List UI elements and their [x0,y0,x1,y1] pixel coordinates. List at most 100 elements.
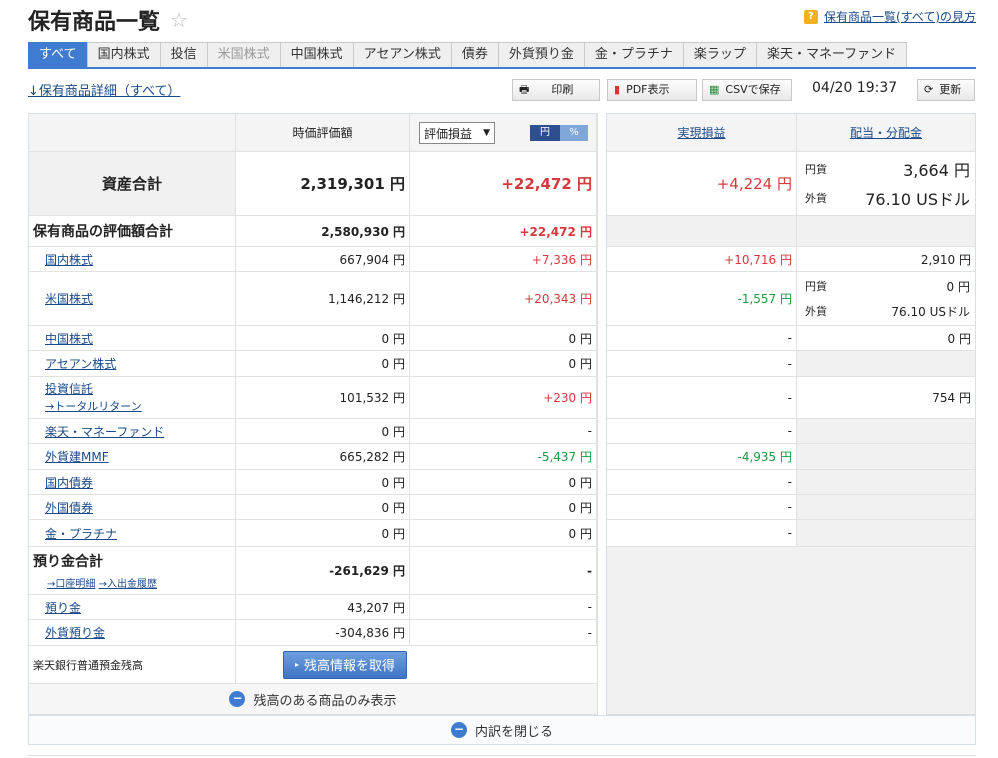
gain-header: 評価損益 ▼ 円 % [410,114,597,152]
deposit-total-gain: - [410,547,597,595]
tab-china-stock[interactable]: 中国株式 [279,42,354,68]
product-link[interactable]: 投資信託 [45,381,142,398]
product-row-realized: -4,935 円 [607,444,797,470]
deposit-total-value: -261,629 円 [236,547,410,595]
product-row-gain: 0 円 [410,351,597,377]
dividend-link[interactable]: 配当・分配金 [850,124,922,141]
product-link[interactable]: 国内株式 [45,251,93,268]
deposit-row-gain: - [410,595,597,620]
product-link[interactable]: 金・プラチナ [45,525,117,542]
product-link[interactable]: アセアン株式 [45,355,116,372]
close-breakdown-label: 内訳を閉じる [474,724,553,740]
product-row-value: 101,532 円 [236,377,410,419]
deposit-total-label: 預り金合計 [33,554,103,570]
product-row-gain: 0 円 [410,326,597,351]
product-row-dividend [797,495,975,520]
get-balance-label: 残高情報を取得 [304,659,396,674]
product-link[interactable]: 外国債券 [45,499,93,516]
total-dividend: 円貨 3,664 円 外貨 76.10 USドル [797,152,975,216]
show-balance-only-button[interactable]: − 残高のある商品のみ表示 [29,684,597,714]
div-yen-value: 3,664 円 [903,161,970,180]
bank-balance-label: 楽天銀行普通預金残高 [29,646,236,684]
product-row-label: 国内株式 [29,247,236,272]
deposit-link[interactable]: 預り金 [45,599,81,616]
help-link[interactable]: ? 保有商品一覧(すべて)の見方 [803,8,976,25]
product-row-value: 665,282 円 [236,444,410,470]
total-return-link[interactable]: →トータルリターン [45,398,142,415]
deposit-total-cell: 預り金合計 →口座明細 →入出金履歴 [29,547,236,595]
tab-asean-stock[interactable]: アセアン株式 [352,42,452,68]
refresh-label: 更新 [939,83,962,96]
tab-money-fund[interactable]: 楽天・マネーファンド [755,42,908,68]
product-row-label: アセアン株式 [29,351,236,377]
unit-yen-toggle[interactable]: 円 [530,125,560,141]
product-row-label: 外貨建MMF [29,444,236,470]
account-detail-link[interactable]: →口座明細 [47,579,95,590]
get-balance-button[interactable]: ▸ 残高情報を取得 [283,650,407,679]
tab-fund[interactable]: 投信 [159,42,208,68]
div-yen-label: 円貨 [805,280,827,293]
div-fx-value: 76.10 USドル [891,305,970,319]
product-row-gain: -5,437 円 [410,444,597,470]
div-fx-label: 外貨 [805,305,827,318]
product-row-label: 中国株式 [29,326,236,351]
realized-link[interactable]: 実現損益 [677,124,725,141]
product-row-dividend: 2,910 円 [797,247,975,272]
tab-us-stock[interactable]: 米国株式 [206,42,281,68]
tab-underline [28,67,976,69]
total-assets-label: 資産合計 [29,152,236,216]
product-row-dividend: 0 円 [797,326,975,351]
help-question-icon: ? [803,9,818,24]
show-balance-only-label: 残高のある商品のみ表示 [253,693,397,709]
product-link[interactable]: 楽天・マネーファンド [45,423,164,440]
fx-deposit-row-label: 外貨預り金 [29,620,236,646]
updated-timestamp: 04/20 19:37 [812,80,898,96]
deposit-row-value: 43,207 円 [236,595,410,620]
csv-button[interactable]: ▦ CSVで保存 [702,79,792,101]
deposit-history-link[interactable]: →入出金履歴 [99,579,157,590]
holdings-detail-link[interactable]: ↓保有商品詳細（すべて） [28,80,180,99]
product-link[interactable]: 外貨建MMF [45,448,109,465]
refresh-button[interactable]: ⟳ 更新 [917,79,975,101]
realized-empty-area [607,547,975,714]
holdings-total-gain: +22,472 円 [410,216,597,247]
product-row-realized: - [607,470,797,495]
tab-all[interactable]: すべて [28,42,88,68]
tab-domestic-stock[interactable]: 国内株式 [86,42,161,68]
bottom-divider [28,755,976,756]
minus-circle-icon: − [229,691,246,707]
product-row-value: 0 円 [236,495,410,520]
deposit-row-label: 預り金 [29,595,236,620]
product-link[interactable]: 米国株式 [45,290,93,307]
pdf-button[interactable]: ▮ PDF表示 [607,79,697,101]
product-tabs: すべて 国内株式 投信 米国株式 中国株式 アセアン株式 債券 外貨預り金 金・… [28,42,908,68]
product-row-dividend [797,419,975,444]
print-button[interactable]: 🖶 印刷 [512,79,600,101]
tab-rakuwrap[interactable]: 楽ラップ [682,42,757,68]
div-fx-value: 76.10 USドル [865,190,970,209]
tab-fx-deposit[interactable]: 外貨預り金 [497,42,585,68]
help-link-text[interactable]: 保有商品一覧(すべて)の見方 [824,8,976,25]
fx-deposit-row-gain: - [410,620,597,646]
holdings-total-dividend [797,216,975,247]
tab-gold-platinum[interactable]: 金・プラチナ [583,42,684,68]
product-row-gain: - [410,419,597,444]
product-row-realized: - [607,377,797,419]
column-realized: 実現損益 [607,114,797,152]
gain-type-select[interactable]: 評価損益 ▼ [419,122,495,144]
unit-percent-toggle[interactable]: % [560,125,588,141]
fx-deposit-link[interactable]: 外貨預り金 [45,624,105,641]
csv-icon: ▦ [709,83,720,96]
printer-icon: 🖶 [519,83,530,96]
tab-bond[interactable]: 債券 [450,42,499,68]
product-row-realized: - [607,495,797,520]
close-breakdown-button[interactable]: − 内訳を閉じる [28,715,976,745]
product-row-realized: +10,716 円 [607,247,797,272]
page-title: 保有商品一覧 ☆ [28,4,188,36]
product-row-label: 楽天・マネーファンド [29,419,236,444]
product-link[interactable]: 中国株式 [45,330,93,347]
product-link[interactable]: 国内債券 [45,474,93,491]
favorite-star-icon[interactable]: ☆ [170,8,188,32]
arrow-right-icon: ▸ [294,660,299,669]
product-row-value: 0 円 [236,419,410,444]
